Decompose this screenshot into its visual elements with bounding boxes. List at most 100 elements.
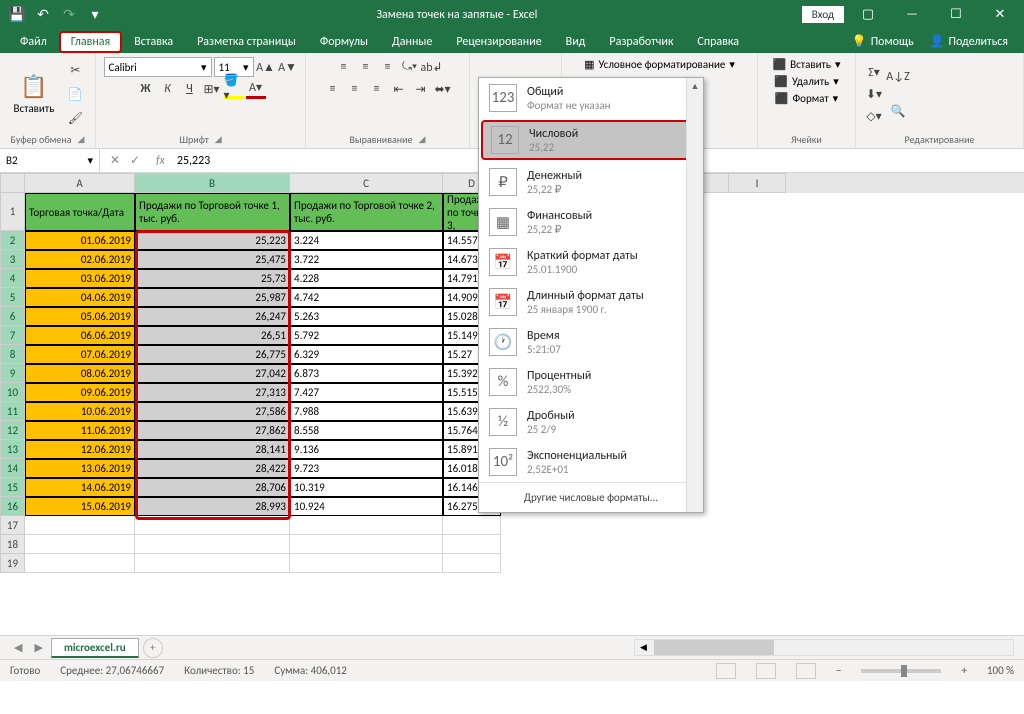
cell[interactable]: 27,042 <box>135 364 290 383</box>
orientation-icon[interactable]: ⤿▾ <box>400 57 420 77</box>
row-header[interactable]: 1 <box>0 193 25 231</box>
row-header[interactable]: 15 <box>0 478 25 497</box>
tab-home[interactable]: Главная <box>59 31 122 53</box>
cell[interactable]: 02.06.2019 <box>25 250 135 269</box>
redo-icon[interactable]: ↷ <box>58 4 80 26</box>
bold-button[interactable]: Ж <box>136 79 156 99</box>
number-format-item[interactable]: ₽Денежный25,22 ₽ <box>479 162 703 202</box>
minimize-icon[interactable]: — <box>892 0 932 29</box>
cell[interactable]: 7.988 <box>290 402 443 421</box>
cell[interactable]: 25,223 <box>135 231 290 250</box>
cell[interactable]: 27,313 <box>135 383 290 402</box>
row-header[interactable]: 6 <box>0 307 25 326</box>
font-launcher-icon[interactable]: ◢ <box>215 134 222 145</box>
row-header[interactable]: 18 <box>0 535 25 554</box>
qat-customize-icon[interactable]: ▾ <box>84 4 106 26</box>
enter-formula-icon[interactable]: ✓ <box>126 153 144 168</box>
insert-cells-button[interactable]: ⬛Вставить▾ <box>770 57 842 72</box>
autosum-icon[interactable]: Σ▾ <box>864 62 884 82</box>
underline-button[interactable]: Ч <box>180 79 200 99</box>
zoom-level[interactable]: 100 % <box>987 664 1014 677</box>
view-layout-icon[interactable] <box>756 663 776 679</box>
row-header[interactable]: 12 <box>0 421 25 440</box>
cell[interactable]: 7.427 <box>290 383 443 402</box>
row-header[interactable]: 2 <box>0 231 25 250</box>
row-header[interactable]: 3 <box>0 250 25 269</box>
row-header[interactable]: 8 <box>0 345 25 364</box>
merge-icon[interactable]: ⬌▾ <box>433 79 453 99</box>
cell[interactable]: 09.06.2019 <box>25 383 135 402</box>
delete-cells-button[interactable]: ⬛Удалить▾ <box>772 74 840 89</box>
tab-insert[interactable]: Вставка <box>122 31 185 53</box>
fill-icon[interactable]: ⬇▾ <box>864 84 884 104</box>
fx-icon[interactable]: fx <box>150 154 171 168</box>
cell[interactable]: 07.06.2019 <box>25 345 135 364</box>
tab-layout[interactable]: Разметка страницы <box>185 31 308 53</box>
format-painter-icon[interactable]: 🖌 <box>64 107 87 129</box>
cell[interactable]: 5.263 <box>290 307 443 326</box>
share-button[interactable]: 👤Поделиться <box>922 30 1016 53</box>
format-cells-button[interactable]: ⬛Формат▾ <box>773 91 840 106</box>
cell[interactable]: 28,141 <box>135 440 290 459</box>
align-left-icon[interactable]: ≡ <box>323 79 343 99</box>
cell[interactable]: 15.06.2019 <box>25 497 135 516</box>
header-cell[interactable]: Продажи по Торговой точке 1, тыс. руб. <box>135 193 290 231</box>
tellme-button[interactable]: 💡Помощь <box>844 30 922 53</box>
font-name-select[interactable]: Calibri▾ <box>104 57 212 77</box>
cell[interactable]: 10.924 <box>290 497 443 516</box>
add-sheet-button[interactable]: + <box>143 638 163 658</box>
sheet-nav-next-icon[interactable]: ▶ <box>30 641 46 654</box>
cell[interactable]: 05.06.2019 <box>25 307 135 326</box>
decrease-font-icon[interactable]: A▼ <box>278 57 298 77</box>
row-header[interactable]: 14 <box>0 459 25 478</box>
italic-button[interactable]: К <box>158 79 178 99</box>
tab-view[interactable]: Вид <box>554 31 598 53</box>
row-header[interactable]: 7 <box>0 326 25 345</box>
number-format-item[interactable]: 10²Экспоненциальный2,52E+01 <box>479 442 703 482</box>
cell[interactable]: 14.06.2019 <box>25 478 135 497</box>
font-color-icon[interactable]: A▾ <box>246 79 266 99</box>
sheet-nav-prev-icon[interactable]: ◀ <box>10 641 26 654</box>
cell[interactable]: 04.06.2019 <box>25 288 135 307</box>
number-format-item[interactable]: 📅Длинный формат даты25 января 1900 г. <box>479 282 703 322</box>
cancel-formula-icon[interactable]: ✕ <box>106 153 124 168</box>
select-all-corner[interactable] <box>0 173 25 193</box>
row-header[interactable]: 11 <box>0 402 25 421</box>
cell[interactable]: 11.06.2019 <box>25 421 135 440</box>
align-bottom-icon[interactable]: ≡ <box>378 57 398 77</box>
tab-dev[interactable]: Разработчик <box>597 31 685 53</box>
cell[interactable]: 4.228 <box>290 269 443 288</box>
cell[interactable]: 26,51 <box>135 326 290 345</box>
row-header[interactable]: 19 <box>0 554 25 573</box>
horizontal-scrollbar[interactable]: ◀ <box>634 639 1014 656</box>
paste-button[interactable]: 📋Вставить <box>8 62 60 126</box>
zoom-out-icon[interactable]: − <box>836 664 841 677</box>
more-number-formats[interactable]: Другие числовые форматы... <box>479 482 703 512</box>
row-header[interactable]: 13 <box>0 440 25 459</box>
cell[interactable]: 26,247 <box>135 307 290 326</box>
tab-help[interactable]: Справка <box>685 31 751 53</box>
increase-font-icon[interactable]: A▲ <box>256 57 276 77</box>
cell[interactable]: 25,987 <box>135 288 290 307</box>
row-header[interactable]: 9 <box>0 364 25 383</box>
cell[interactable]: 26,775 <box>135 345 290 364</box>
dropdown-scrollbar[interactable]: ▲ <box>686 78 703 512</box>
zoom-slider[interactable] <box>861 669 941 673</box>
decrease-indent-icon[interactable]: ⇤ <box>389 79 409 99</box>
cell[interactable]: 01.06.2019 <box>25 231 135 250</box>
col-header[interactable]: C <box>290 173 443 193</box>
cell[interactable]: 27,862 <box>135 421 290 440</box>
number-format-item[interactable]: 12Числовой25,22 <box>481 120 701 160</box>
align-middle-icon[interactable]: ≡ <box>356 57 376 77</box>
number-format-item[interactable]: ▦Финансовый25,22 ₽ <box>479 202 703 242</box>
undo-icon[interactable]: ↶ <box>32 4 54 26</box>
row-header[interactable]: 10 <box>0 383 25 402</box>
cell[interactable]: 3.722 <box>290 250 443 269</box>
fill-color-icon[interactable]: 🪣▾ <box>224 79 244 99</box>
row-header[interactable]: 5 <box>0 288 25 307</box>
cell[interactable]: 28,993 <box>135 497 290 516</box>
cut-icon[interactable]: ✂ <box>64 59 87 81</box>
header-cell[interactable]: Продажи по Торговой точке 2, тыс. руб. <box>290 193 443 231</box>
cell[interactable]: 9.723 <box>290 459 443 478</box>
save-icon[interactable]: 💾 <box>6 4 28 26</box>
